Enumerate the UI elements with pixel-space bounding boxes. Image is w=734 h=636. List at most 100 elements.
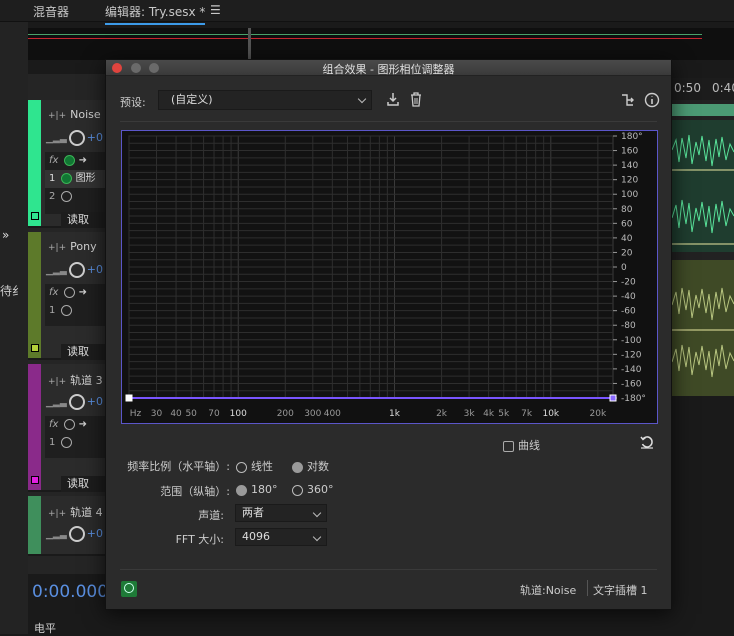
y-tick-label: -60 (621, 307, 636, 317)
phase-graph[interactable]: 180° 160 140 120 100 80 60 40 20 0 -20 -40 -60 -80 -10… (121, 130, 658, 424)
track-info: 轨道:Noise (520, 584, 577, 597)
freq-linear-radio[interactable]: 线性 (236, 458, 273, 474)
playhead[interactable] (248, 28, 251, 60)
y-tick-label: 100 (621, 190, 638, 200)
channel-label: 声道: (198, 509, 224, 522)
reset-icon[interactable] (640, 435, 654, 449)
volume-value[interactable]: +0 (87, 395, 103, 408)
panel-tab-bar: 混音器 编辑器: Try.sesx * ☰ (0, 0, 734, 25)
preset-value: (自定义) (171, 93, 213, 106)
track-name[interactable]: Pony (70, 240, 96, 253)
y-tick-label: 60 (621, 219, 633, 229)
volume-value[interactable]: +0 (87, 527, 103, 540)
x-tick-label: 30 (151, 409, 163, 419)
x-tick-label: 70 (208, 409, 220, 419)
x-tick-label: 4k (483, 409, 495, 419)
rack-power-icon[interactable] (64, 418, 76, 430)
x-tick-label: 10k (542, 409, 559, 419)
fx-rack: fx ➜ 1 (45, 416, 106, 458)
volume-knob[interactable] (68, 130, 85, 146)
volume-knob[interactable] (68, 394, 85, 410)
timecode-display[interactable]: 0:00.000 (32, 582, 108, 602)
delete-preset-icon[interactable] (409, 91, 423, 107)
effect-power-button[interactable] (121, 581, 137, 597)
waveform-graphic (672, 134, 734, 378)
x-tick-label: 400 (324, 409, 341, 419)
y-tick-label: 160 (621, 147, 638, 157)
fft-size-dropdown[interactable]: 4096 (235, 528, 327, 546)
track-name[interactable]: Noise (70, 108, 101, 121)
y-tick-label: -160 (621, 379, 642, 389)
x-tick-label: 2k (436, 409, 448, 419)
channel-dropdown[interactable]: 两者 (235, 504, 327, 522)
volume-knob[interactable] (68, 262, 85, 278)
rack-power-icon[interactable] (64, 286, 76, 298)
x-tick-label: Hz (130, 409, 142, 419)
info-icon[interactable] (644, 92, 660, 108)
x-tick-label: 3k (464, 409, 476, 419)
ruler-label: 0:50 (674, 81, 701, 95)
fft-size-label: FFT 大小: (175, 533, 224, 546)
fx-slot-2[interactable]: 2 (45, 188, 106, 206)
session-overview[interactable] (28, 28, 734, 60)
y-tick-label: -80 (621, 321, 636, 331)
preset-dropdown[interactable]: (自定义) (158, 90, 372, 110)
dialog-titlebar[interactable]: 组合效果 - 图形相位调整器 (106, 60, 671, 76)
expand-chevron-icon[interactable]: » (2, 228, 9, 242)
track-header-4[interactable]: +|+ 轨道 4 ▁▂▃ +0 (28, 496, 106, 556)
x-tick-label: 100 (230, 409, 247, 419)
track-color-swatch[interactable] (31, 476, 39, 484)
y-tick-label: 40 (621, 234, 633, 244)
track-color-swatch[interactable] (31, 212, 39, 220)
preset-label: 预设: (120, 96, 146, 109)
slot-info: 文字插槽 1 (593, 584, 648, 597)
track-name[interactable]: 轨道 3 (70, 374, 103, 387)
curve-checkbox[interactable]: 曲线 (503, 437, 540, 453)
range-label: 范围（纵轴）: (160, 485, 230, 498)
read-mode-select[interactable]: 读取 (61, 344, 106, 360)
tab-editor[interactable]: 编辑器: Try.sesx * (105, 3, 206, 25)
effect-dialog: 组合效果 - 图形相位调整器 预设: (自定义) 180° 160 140 120 10… (105, 59, 672, 610)
y-tick-label: -40 (621, 292, 636, 302)
y-tick-label: -100 (621, 336, 642, 346)
track-color-swatch[interactable] (31, 344, 39, 352)
fx-slot-1[interactable]: 1 图形 (45, 170, 106, 188)
curve-point (125, 394, 133, 402)
volume-value[interactable]: +0 (87, 131, 103, 144)
track-name[interactable]: 轨道 4 (70, 506, 103, 519)
volume-knob[interactable] (68, 526, 85, 542)
y-tick-label: -120 (621, 350, 642, 360)
x-tick-label: 20k (590, 409, 607, 419)
left-panel-strip: » 待纟 (0, 22, 28, 634)
side-label: 待纟 (0, 284, 25, 298)
track-header-noise[interactable]: +|+ Noise ▁▂▃ +0 fx ➜ 1 图形 2 读取 (28, 100, 106, 228)
read-mode-select[interactable]: 读取 (61, 212, 106, 228)
freq-scale-label: 频率比例（水平轴）: (127, 460, 230, 473)
volume-value[interactable]: +0 (87, 263, 103, 276)
read-mode-select[interactable]: 读取 (61, 476, 106, 492)
ruler-label: 0:40 (712, 81, 734, 95)
x-tick-label: 1k (389, 409, 401, 419)
y-tick-label: 0 (621, 263, 627, 273)
range-360-radio[interactable]: 360° (292, 483, 334, 496)
x-tick-label: 50 (185, 409, 197, 419)
save-preset-icon[interactable] (385, 91, 401, 107)
x-tick-label: 200 (277, 409, 294, 419)
timeline-ruler[interactable]: 0:50 0:40 (672, 78, 734, 100)
fx-slot-1[interactable]: 1 (45, 434, 106, 452)
y-tick-label: 180° (621, 132, 643, 142)
range-180-radio[interactable]: 180° (236, 483, 278, 496)
editor-menu-icon[interactable]: ☰ (210, 3, 221, 17)
y-tick-label: 140 (621, 161, 638, 171)
freq-log-radio[interactable]: 对数 (292, 458, 329, 474)
track-header-pony[interactable]: +|+ Pony ▁▂▃ +0 fx ➜ 1 读取 (28, 232, 106, 360)
fx-slot-1[interactable]: 1 (45, 302, 106, 320)
track-header-3[interactable]: +|+ 轨道 3 ▁▂▃ +0 fx ➜ 1 读取 (28, 364, 106, 492)
dialog-title: 组合效果 - 图形相位调整器 (322, 63, 455, 76)
routing-icon[interactable] (620, 92, 636, 108)
tab-mixer[interactable]: 混音器 (33, 3, 69, 20)
waveform-area[interactable] (672, 100, 734, 396)
rack-power-icon[interactable] (64, 154, 76, 166)
phase-chart[interactable]: 180°160140120100806040200-20-40-60-80-10… (122, 131, 659, 425)
y-tick-label: -180° (621, 394, 646, 404)
